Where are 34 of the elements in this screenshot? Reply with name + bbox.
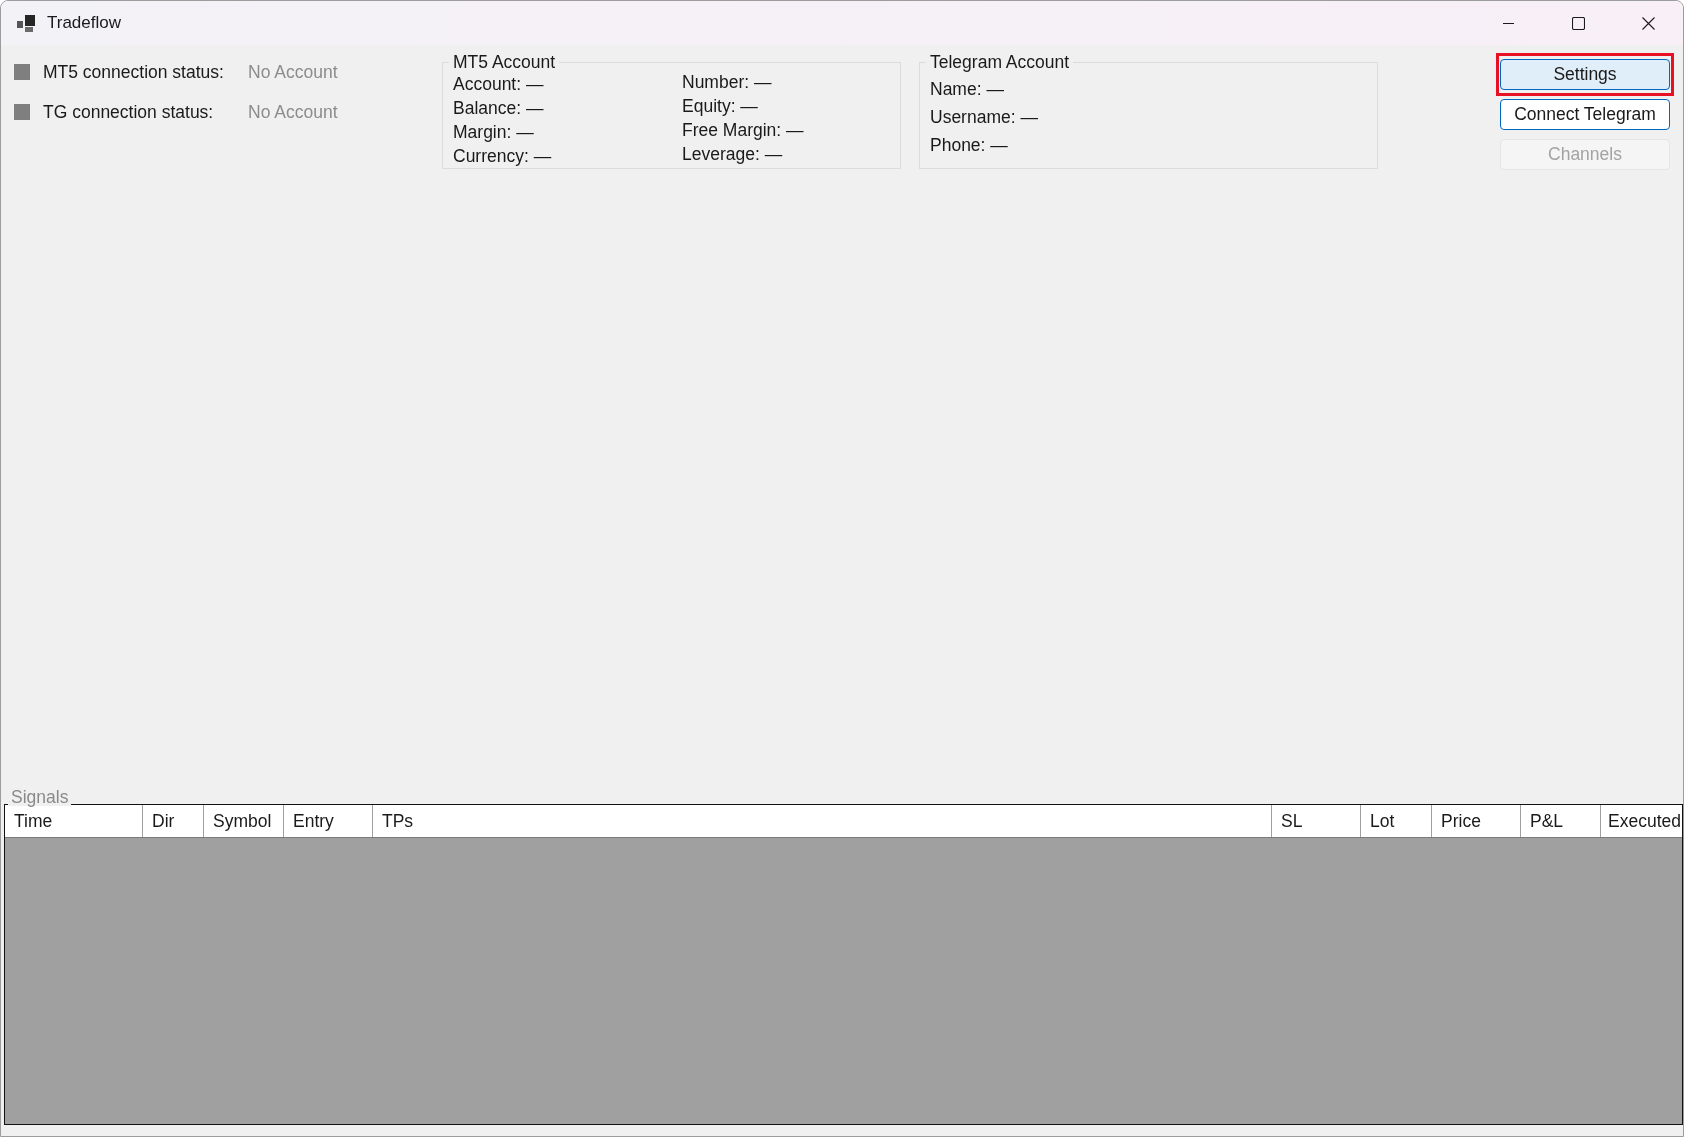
column-header[interactable]: TPs <box>373 805 1272 837</box>
maximize-icon[interactable] <box>1571 16 1585 30</box>
app-icon <box>17 14 35 32</box>
account-detail: Username: — <box>930 106 1038 129</box>
settings-button[interactable]: Settings <box>1500 59 1670 90</box>
group-title: Signals <box>8 788 72 806</box>
account-detail: Margin: — <box>453 121 534 144</box>
status-label: TG connection status: <box>43 101 215 123</box>
column-header[interactable]: Symbol <box>204 805 284 837</box>
close-icon[interactable] <box>1641 16 1655 30</box>
minimize-icon[interactable] <box>1502 22 1514 24</box>
column-header[interactable]: SL <box>1272 805 1361 837</box>
account-detail: Balance: — <box>453 97 544 120</box>
group-title: Telegram Account <box>929 52 1071 72</box>
status-value: No Account <box>248 101 338 123</box>
column-header[interactable]: Executed <box>1601 805 1682 837</box>
connect-telegram-button[interactable]: Connect Telegram <box>1500 99 1670 130</box>
account-detail: Equity: — <box>682 95 758 118</box>
account-detail: Currency: — <box>453 145 552 168</box>
account-detail: Free Margin: — <box>682 119 804 142</box>
column-header[interactable]: Dir <box>143 805 204 837</box>
status-label: MT5 connection status: <box>43 61 225 83</box>
column-header[interactable]: Price <box>1432 805 1521 837</box>
window-title: Tradeflow <box>47 13 121 33</box>
account-detail: Number: — <box>682 71 772 94</box>
account-detail: Name: — <box>930 78 1004 101</box>
column-header[interactable]: Lot <box>1361 805 1432 837</box>
status-value: No Account <box>248 61 338 83</box>
account-detail: Phone: — <box>930 134 1008 157</box>
account-detail: Leverage: — <box>682 143 783 166</box>
account-detail: Account: — <box>453 73 544 96</box>
group-title: MT5 Account <box>452 52 557 72</box>
column-header[interactable]: P&L <box>1521 805 1601 837</box>
column-header[interactable]: Entry <box>284 805 373 837</box>
